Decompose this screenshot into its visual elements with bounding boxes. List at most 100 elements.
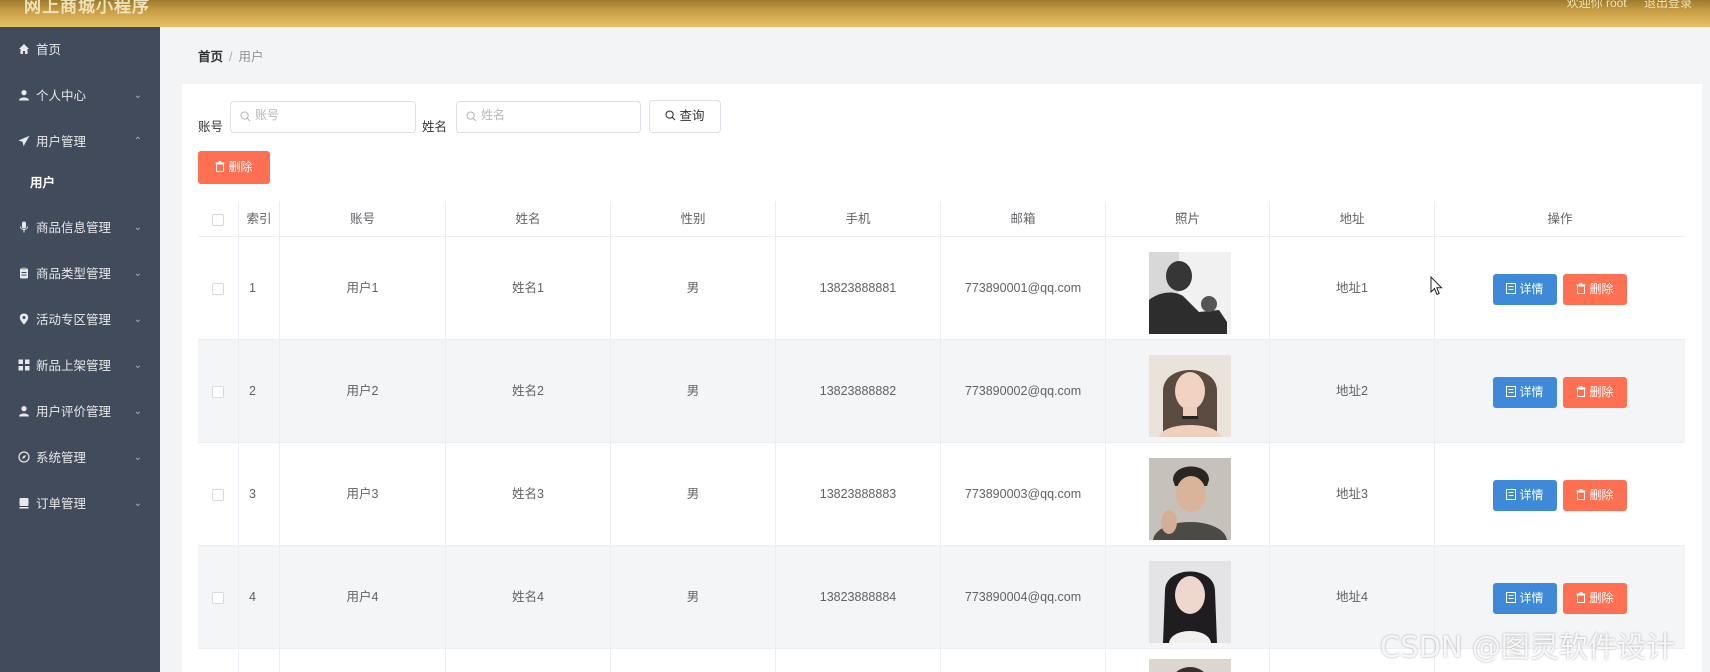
- cell-address: 地址2: [1270, 340, 1435, 443]
- column-header-gender: 性别: [611, 201, 776, 237]
- detail-button-label: 详情: [1519, 385, 1544, 399]
- trash-icon: [1576, 386, 1586, 397]
- row-delete-button[interactable]: 删除: [1563, 480, 1627, 511]
- table-row: 2 用户2 姓名2 男 13823888882 773890002@qq.com…: [198, 340, 1685, 443]
- column-header-name: 姓名: [446, 201, 611, 237]
- column-header-index: 索引: [239, 201, 280, 237]
- cell-actions: 详情 删除: [1435, 443, 1685, 546]
- row-checkbox[interactable]: [212, 282, 224, 295]
- cell-phone: 13823888882: [776, 340, 941, 443]
- user-icon: [19, 406, 29, 417]
- sidebar-item-user-management[interactable]: 用户管理 ⌃: [0, 119, 160, 165]
- column-header-email: 邮箱: [941, 201, 1106, 237]
- cell-email: [941, 649, 1106, 672]
- send-icon: [18, 135, 30, 147]
- sidebar-item-personal-center[interactable]: 个人中心 ⌄: [0, 73, 160, 119]
- welcome-user-link[interactable]: 欢迎你 root: [1567, 0, 1627, 10]
- cell-photo: [1106, 340, 1270, 443]
- column-header-photo: 照片: [1106, 201, 1270, 237]
- sidebar-item-product-info[interactable]: 商品信息管理 ⌄: [0, 205, 160, 251]
- cell-photo: [1106, 443, 1270, 546]
- detail-button[interactable]: 详情: [1493, 377, 1557, 408]
- sidebar-item-label: 活动专区管理: [36, 313, 112, 327]
- cell-index: 1: [239, 237, 280, 340]
- row-checkbox[interactable]: [212, 591, 224, 604]
- row-delete-label: 删除: [1589, 385, 1614, 399]
- row-delete-button[interactable]: 删除: [1563, 583, 1627, 614]
- select-all-checkbox[interactable]: [212, 213, 224, 226]
- sidebar-item-activity-zone[interactable]: 活动专区管理 ⌄: [0, 297, 160, 343]
- row-select-cell[interactable]: [198, 443, 239, 546]
- breadcrumb-home[interactable]: 首页: [198, 50, 223, 64]
- document-icon: [1506, 592, 1517, 603]
- row-delete-label: 删除: [1589, 282, 1614, 296]
- cell-account: 用户1: [280, 237, 446, 340]
- chevron-down-icon: ⌄: [133, 268, 142, 279]
- breadcrumb-current: 用户: [238, 50, 264, 64]
- row-checkbox[interactable]: [212, 488, 224, 501]
- cell-email: 773890002@qq.com: [941, 340, 1106, 443]
- cell-account: [280, 649, 446, 672]
- detail-button[interactable]: 详情: [1493, 274, 1557, 305]
- chevron-down-icon: ⌄: [133, 314, 142, 325]
- sidebar-item-label: 商品类型管理: [36, 267, 112, 281]
- row-select-cell[interactable]: [198, 546, 239, 649]
- name-search-field[interactable]: [456, 101, 641, 133]
- row-select-cell[interactable]: [198, 649, 239, 672]
- name-search-input[interactable]: [481, 108, 621, 122]
- cell-name: 姓名4: [446, 546, 611, 649]
- breadcrumb: 首页 / 用户: [198, 46, 264, 65]
- sidebar-item-orders[interactable]: 订单管理 ⌄: [0, 481, 160, 527]
- sidebar-item-user-reviews[interactable]: 用户评价管理 ⌄: [0, 389, 160, 435]
- cell-phone: 13823888884: [776, 546, 941, 649]
- row-delete-label: 删除: [1589, 488, 1614, 502]
- chevron-down-icon: ⌄: [133, 498, 142, 509]
- compass-icon: [18, 451, 30, 463]
- cell-name: 姓名2: [446, 340, 611, 443]
- cell-photo: [1106, 237, 1270, 340]
- select-all-header[interactable]: [198, 201, 239, 237]
- sidebar-subitem-users[interactable]: 用户: [0, 165, 160, 205]
- account-search-input[interactable]: [255, 108, 395, 122]
- grid-icon: [18, 359, 30, 371]
- cell-photo: [1106, 649, 1270, 672]
- query-button[interactable]: 查询: [649, 100, 721, 133]
- name-label: 姓名: [422, 120, 448, 134]
- bulk-delete-button[interactable]: 删除: [198, 151, 270, 184]
- detail-button[interactable]: 详情: [1493, 583, 1557, 614]
- cell-gender: 男: [611, 443, 776, 546]
- detail-button[interactable]: 详情: [1493, 480, 1557, 511]
- row-checkbox[interactable]: [212, 385, 224, 398]
- column-header-account: 账号: [280, 201, 446, 237]
- row-select-cell[interactable]: [198, 237, 239, 340]
- cell-phone: 13823888881: [776, 237, 941, 340]
- chevron-down-icon: ⌄: [133, 90, 142, 101]
- sidebar-item-label: 系统管理: [36, 451, 87, 465]
- sidebar-item-new-arrivals[interactable]: 新品上架管理 ⌄: [0, 343, 160, 389]
- cell-index: [239, 649, 280, 672]
- document-icon: [1506, 489, 1517, 500]
- row-select-cell[interactable]: [198, 340, 239, 443]
- cell-photo: [1106, 546, 1270, 649]
- row-delete-label: 删除: [1589, 591, 1614, 605]
- cell-name: 姓名3: [446, 443, 611, 546]
- sidebar-item-label: 订单管理: [36, 497, 87, 511]
- cell-index: 2: [239, 340, 280, 443]
- sidebar-item-home[interactable]: 首页: [0, 27, 160, 73]
- row-delete-button[interactable]: 删除: [1563, 377, 1627, 408]
- sidebar-item-label: 用户管理: [36, 135, 87, 149]
- query-button-label: 查询: [679, 109, 705, 123]
- cell-account: 用户2: [280, 340, 446, 443]
- search-icon: [466, 111, 477, 122]
- row-delete-button[interactable]: 删除: [1563, 274, 1627, 305]
- search-icon: [240, 111, 251, 122]
- user-icon: [19, 90, 29, 101]
- header-links: 欢迎你 root 退出登录: [1553, 0, 1692, 11]
- sidebar-item-system[interactable]: 系统管理 ⌄: [0, 435, 160, 481]
- column-header-actions: 操作: [1547, 212, 1573, 226]
- sidebar-item-product-type[interactable]: 商品类型管理 ⌄: [0, 251, 160, 297]
- account-search-field[interactable]: [230, 101, 416, 133]
- mic-icon: [20, 221, 28, 233]
- cell-name: 姓名1: [446, 237, 611, 340]
- logout-link[interactable]: 退出登录: [1644, 0, 1692, 10]
